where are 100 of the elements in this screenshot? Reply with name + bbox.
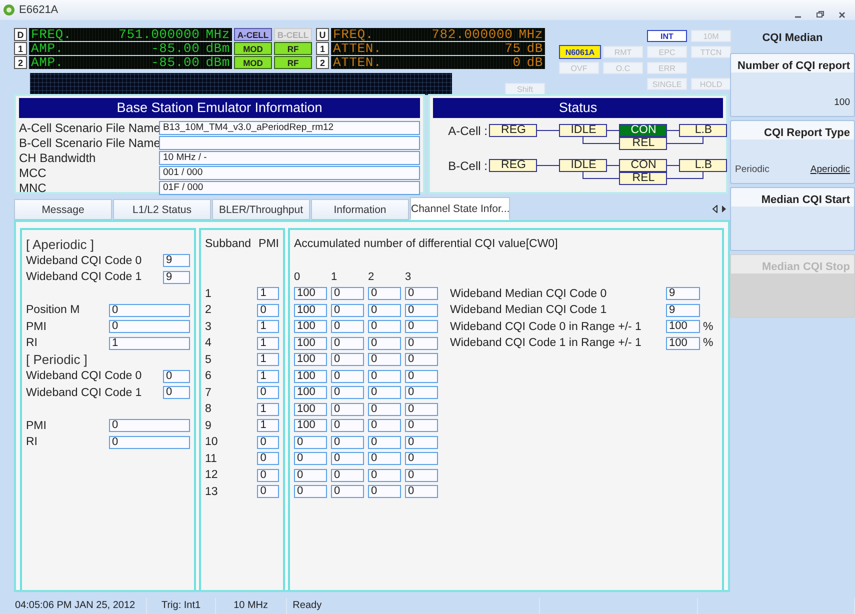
close-icon[interactable] (837, 10, 847, 20)
tab[interactable]: Channel State Infor... (410, 197, 510, 220)
value-field: 0 (405, 452, 438, 466)
sidebar-title: CQI Median (761, 31, 824, 46)
state-box: REL (619, 172, 668, 185)
channel-tag: 1 (316, 42, 329, 55)
value-field: 100 (294, 419, 327, 432)
mode-button[interactable]: RF (274, 42, 312, 55)
report-count-card[interactable]: Number of CQI report 100 (730, 53, 855, 117)
scroll-right-icon[interactable] (721, 205, 727, 213)
start-button[interactable]: Median CQI Start (730, 187, 855, 251)
card-title: Number of CQI report (736, 59, 851, 72)
state-box: REL (619, 137, 668, 150)
field-label: Wideband CQI Code 1 in Range +/- 1 (450, 337, 642, 350)
tab[interactable]: BLER/Throughput (212, 199, 310, 220)
value-field: 0 (405, 419, 438, 432)
value-field: 0 (163, 370, 190, 383)
connector-line (606, 165, 620, 166)
value-field: 0 (405, 402, 438, 416)
value-field: 0 (331, 402, 364, 416)
restore-icon[interactable] (815, 10, 825, 20)
status-text: 10 MHz (216, 598, 287, 614)
led-display: FREQ. 751.000000 MHz (29, 28, 232, 41)
indicator-button[interactable]: INT (647, 30, 687, 42)
app-icon (3, 4, 15, 16)
indicator-button[interactable]: N6061A (559, 45, 601, 59)
subband-number: 3 (205, 320, 212, 333)
channel-tag: U (316, 28, 329, 41)
value-field: 0 (109, 320, 190, 334)
value-field: 1 (109, 336, 190, 350)
value-field: 100 (294, 287, 327, 300)
state-box: CON (619, 124, 668, 137)
value-field: 0 (405, 468, 438, 482)
field-label: Wideband CQI Code 1 (26, 271, 142, 284)
value-field: 0 (368, 485, 401, 498)
value-field: 0 (331, 320, 364, 334)
state-box: IDLE (559, 124, 608, 137)
value-field: 0 (405, 304, 438, 317)
value-field: 0 (331, 304, 364, 317)
status-text: Trig: Int1 (147, 598, 216, 614)
value-field: 100 (666, 336, 700, 350)
value-field: 100 (294, 336, 327, 350)
subband-number: 2 (205, 304, 212, 316)
subband-number: 12 (205, 469, 219, 482)
report-type-option[interactable]: Periodic (735, 164, 770, 175)
report-count-value: 100 (834, 97, 850, 108)
value-field: 0 (109, 436, 190, 449)
column-header: PMI (258, 238, 279, 250)
mode-button[interactable]: A-CELL (234, 28, 272, 41)
field-label: PMI (26, 320, 46, 333)
value-field: 100 (294, 386, 327, 400)
value-field: 0 (368, 402, 401, 416)
section-heading: [ Periodic ] (26, 352, 88, 368)
field-label: Position M (26, 304, 80, 316)
channel-tag: D (14, 28, 27, 41)
unit-label: % (703, 320, 714, 333)
info-field: 01F / 000 (159, 180, 420, 194)
field-label: PMI (26, 420, 46, 432)
value-field: 0 (109, 419, 190, 432)
state-box: REG (489, 159, 538, 172)
connector-line (536, 130, 560, 131)
subband-number: 6 (205, 370, 212, 382)
value-field: 0 (331, 452, 364, 466)
column-header: 3 (405, 271, 412, 284)
value-field: 0 (331, 436, 364, 449)
value-field: 0 (405, 336, 438, 350)
column-header: Subband (205, 238, 252, 250)
value-field: 1 (257, 419, 279, 432)
section-heading: [ Aperiodic ] (26, 236, 94, 252)
value-field: 0 (257, 452, 279, 466)
value-field: 0 (405, 485, 438, 498)
channel-tag: 1 (14, 42, 27, 55)
led-display: AMP. -85.00 dBm (29, 42, 232, 55)
value-field: 100 (294, 320, 327, 334)
connector-line (582, 172, 620, 179)
scroll-left-icon[interactable] (712, 205, 718, 213)
value-field: 0 (294, 436, 327, 449)
value-field: 0 (368, 353, 401, 366)
info-field: 10 MHz / - (159, 150, 420, 164)
mode-button[interactable]: RF (274, 56, 312, 69)
led-display: FREQ. 782.000000 MHz (331, 28, 545, 41)
mode-button[interactable]: MOD (234, 56, 272, 69)
state-box: L.B (679, 159, 728, 172)
tab[interactable]: L1/L2 Status (113, 199, 211, 220)
connector-line (606, 130, 620, 131)
tab[interactable]: Message (14, 199, 112, 220)
connector-line (582, 136, 620, 144)
cell-label: B-Cell : (447, 159, 488, 173)
mode-button[interactable]: MOD (234, 42, 272, 55)
field-label: MNC (19, 180, 48, 194)
report-type-option[interactable]: Aperiodic (810, 164, 850, 175)
value-field: 100 (294, 402, 327, 416)
value-field: 0 (368, 452, 401, 466)
status-text: 04:05:06 PM JAN 25, 2012 (0, 598, 148, 614)
subband-number: 9 (205, 420, 212, 432)
subband-number: 10 (205, 436, 219, 448)
value-field: 1 (257, 370, 279, 383)
value-field: 100 (294, 304, 327, 317)
field-label: RI (26, 436, 38, 448)
tab[interactable]: Information (311, 199, 409, 220)
